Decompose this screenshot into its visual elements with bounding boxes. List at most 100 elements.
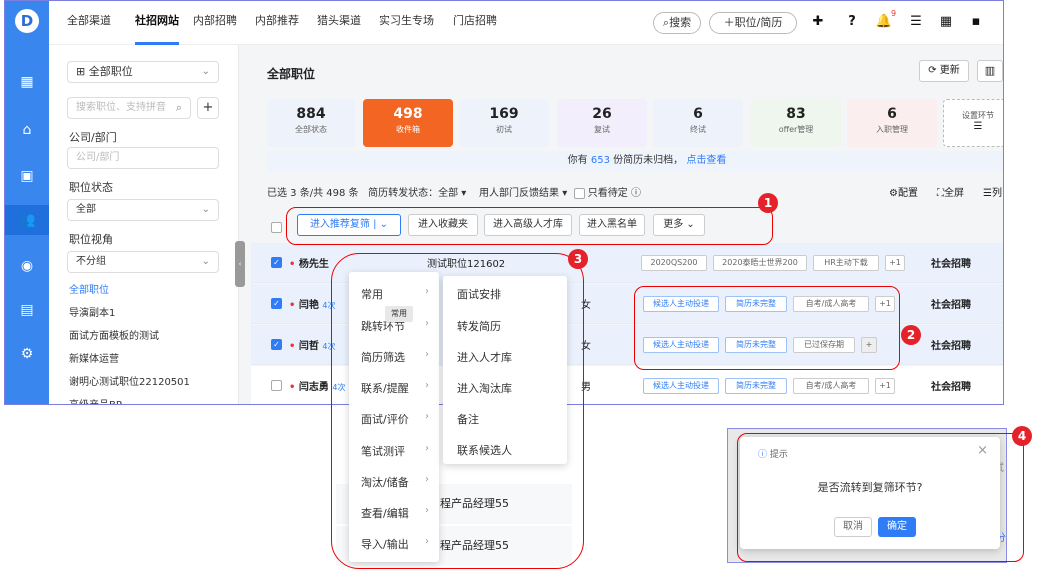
tab-social-recruit[interactable]: 社招网站 (121, 1, 193, 45)
only-pending-checkbox[interactable] (573, 187, 585, 199)
dashboard-icon[interactable]: ▦ (5, 67, 49, 97)
selection-count: 已选 3 条/共 498 条 (267, 188, 359, 199)
select-all-checkbox[interactable] (271, 222, 282, 233)
stat-offer[interactable]: 83 offer管理 (751, 99, 841, 147)
job-item[interactable]: 导演副本1 (69, 304, 115, 319)
left-rail: D ▦ ⌂ ▣ 👥 ◉ ▤ ⚙ (5, 1, 49, 404)
callout-number: 3 (568, 249, 588, 269)
job-sidebar: ⊞ 全部职位 ⌄ 搜索职位、支持拼音 ⌕ + 公司/部门 公司/部门 职位状态 … (49, 45, 245, 404)
stat-first-interview[interactable]: 169 初试 (459, 99, 549, 147)
row-checkbox[interactable]: ✓ (271, 257, 282, 268)
tab-store[interactable]: 门店招聘 (453, 1, 497, 45)
tab-all-channels[interactable]: 全部渠道 (67, 1, 111, 45)
callout-number: 1 (758, 193, 778, 213)
chevron-down-icon: ⌄ (201, 256, 210, 267)
tag: 自考/成人高考 (793, 378, 869, 394)
tag: 2020QS200 (641, 255, 707, 271)
tag: 2020泰晤士世界200 (713, 255, 807, 271)
only-pending-label: 只看待定 (587, 188, 628, 199)
puzzle-icon[interactable]: ✚ (809, 13, 827, 31)
columns-button[interactable]: ☰列 (983, 184, 1002, 199)
job-item-all[interactable]: 全部职位 (69, 281, 109, 296)
chevron-down-icon: ⌄ (201, 66, 210, 77)
source-channel: 社会招聘 (931, 382, 971, 393)
stat-inbox[interactable]: 498 收件箱 (363, 99, 453, 147)
question-icon: ⓘ (630, 188, 641, 199)
job-scope-select[interactable]: ⊞ 全部职位 ⌄ (67, 61, 219, 83)
expand-icon: ⛶ (937, 188, 944, 199)
layout-toggle-icon[interactable]: ▥ (977, 60, 1003, 82)
tab-internal-referral[interactable]: 内部推荐 (255, 1, 299, 45)
callout-ring-tags (634, 286, 900, 370)
job-item[interactable]: 新媒体运营 (69, 350, 119, 365)
source-channel: 社会招聘 (931, 300, 971, 311)
set-stage-button[interactable]: 设置环节 ☰ (943, 99, 1003, 147)
tag: HR主动下载 (813, 255, 879, 271)
gear-icon: ⚙ (889, 188, 898, 199)
home-icon[interactable]: ⌂ (5, 115, 49, 145)
candidate-name[interactable]: • 闫艳 4次 (289, 296, 335, 311)
candidate-name[interactable]: • 杨先生 (289, 255, 329, 270)
add-job-resume-button[interactable]: ＋职位/简历 (709, 12, 797, 34)
briefcase-icon[interactable]: ▣ (5, 161, 49, 191)
fullscreen-button[interactable]: ⛶全屏 (937, 184, 964, 199)
add-job-button[interactable]: + (197, 97, 219, 119)
settings-icon[interactable]: ⚙ (5, 339, 49, 369)
job-item[interactable]: 高级产品BP (69, 396, 122, 404)
filter-bar: 已选 3 条/共 498 条 简历转发状态：全部 ▾ 用人部门反馈结果 ▾ 只看… (267, 187, 641, 199)
tab-internal-recruit[interactable]: 内部招聘 (193, 1, 237, 45)
callout-ring-menu (331, 253, 584, 569)
app-logo-icon: D (15, 9, 39, 33)
company-input[interactable]: 公司/部门 (67, 147, 219, 169)
callout-number: 4 (1012, 426, 1032, 446)
stat-second-interview[interactable]: 26 复试 (557, 99, 647, 147)
grid-icon: ⊞ (76, 65, 89, 78)
view-select[interactable]: 不分组 ⌄ (67, 251, 219, 273)
row-checkbox[interactable]: ✓ (271, 298, 282, 309)
source-channel: 社会招聘 (931, 259, 971, 270)
location-icon[interactable]: ◉ (5, 251, 49, 281)
view-link[interactable]: 点击查看 (686, 155, 726, 166)
calendar-icon[interactable]: ▦ (937, 13, 955, 31)
candidate-name[interactable]: • 闫哲 4次 (289, 337, 335, 352)
refresh-button[interactable]: ⟳ 更新 (919, 60, 969, 82)
job-item[interactable]: 谢明心测试职位22120501 (69, 373, 190, 388)
config-button[interactable]: ⚙配置 (889, 184, 918, 199)
more-tags[interactable]: +1 (875, 378, 895, 394)
more-tags[interactable]: +1 (885, 255, 905, 271)
stat-final-interview[interactable]: 6 终试 (653, 99, 743, 147)
list-icon[interactable]: ☰ (907, 13, 925, 31)
search-icon: ⌕ (175, 101, 182, 114)
tab-intern[interactable]: 实习生专场 (379, 1, 434, 45)
view-label: 职位视角 (69, 233, 113, 246)
unarchived-notice: 你有 653 份简历未归档， 点击查看 (267, 151, 1003, 171)
help-icon[interactable]: ? (843, 13, 861, 31)
stat-onboarding[interactable]: 6 入职管理 (847, 99, 937, 147)
status-select[interactable]: 全部 ⌄ (67, 199, 219, 221)
callout-ring-actions (286, 207, 773, 245)
top-bar: 全部渠道 社招网站 内部招聘 内部推荐 猎头渠道 实习生专场 门店招聘 ⌕搜索 … (49, 1, 1003, 45)
tag: 候选人主动投递 (643, 378, 719, 394)
transfer-filter[interactable]: 简历转发状态：全部 (368, 188, 458, 199)
job-search-input[interactable]: 搜索职位、支持拼音 ⌕ (67, 97, 191, 119)
tag: 简历未完整 (725, 378, 787, 394)
feedback-filter[interactable]: 用人部门反馈结果 (479, 188, 559, 199)
status-label: 职位状态 (69, 181, 113, 194)
company-label: 公司/部门 (69, 131, 117, 144)
tab-headhunter[interactable]: 猎头渠道 (317, 1, 361, 45)
callout-ring-dialog (737, 433, 1024, 562)
folder-icon[interactable]: ▪ (967, 13, 985, 31)
sliders-icon: ☰ (973, 121, 983, 132)
row-checkbox[interactable]: ✓ (271, 339, 282, 350)
report-icon[interactable]: ▤ (5, 295, 49, 325)
row-checkbox[interactable] (271, 380, 282, 391)
people-icon[interactable]: 👥 (5, 205, 49, 235)
job-item[interactable]: 面试方面模板的测试 (69, 327, 159, 342)
search-button[interactable]: ⌕搜索 (653, 12, 701, 34)
page-title: 全部职位 (267, 67, 316, 81)
refresh-icon: ⟳ (928, 65, 937, 76)
notification-badge: 9 (891, 9, 897, 18)
stat-all[interactable]: 884 全部状态 (267, 99, 355, 147)
chevron-down-icon: ⌄ (201, 204, 210, 215)
collapse-handle[interactable]: ‹ (235, 241, 245, 287)
